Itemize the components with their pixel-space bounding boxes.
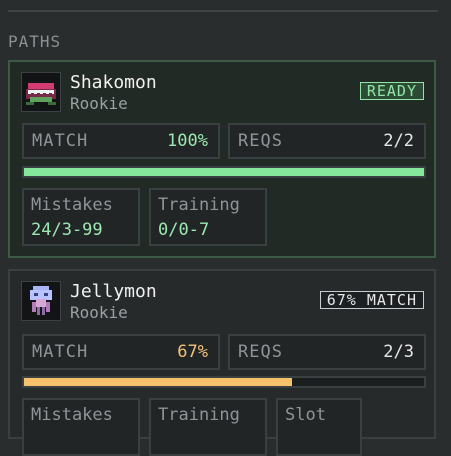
jellymon-sprite-icon (21, 281, 61, 321)
match-stat: MATCH 100% (22, 123, 220, 159)
path-level: Rookie (70, 94, 128, 113)
reqs-value: 2/3 (383, 342, 414, 362)
slot-label: Slot (285, 405, 326, 425)
status-badge: 67% MATCH (319, 291, 424, 309)
mistakes-box: Mistakes 24/3-99 (22, 188, 140, 246)
training-box: Training 0/0-7 (149, 188, 267, 246)
shakomon-sprite-icon (21, 72, 61, 112)
reqs-stat: REQS 2/2 (228, 123, 426, 159)
reqs-stat: REQS 2/3 (228, 334, 426, 370)
mistakes-value: 24/3-99 (31, 220, 103, 240)
match-value: 67% (177, 342, 208, 362)
mistakes-label: Mistakes (31, 195, 113, 215)
mistakes-label: Mistakes (31, 405, 113, 425)
training-label: Training (158, 195, 240, 215)
path-card-shakomon[interactable]: Shakomon Rookie READY MATCH 100% REQS 2/… (8, 60, 436, 258)
training-value: 0/0-7 (158, 220, 210, 240)
slot-box: Slot (276, 398, 362, 456)
match-label: MATCH (32, 342, 89, 362)
match-label: MATCH (32, 131, 89, 151)
section-title: PATHS (8, 32, 62, 51)
match-progress-bar (22, 376, 426, 388)
training-box: Training (149, 398, 267, 456)
top-divider (8, 10, 438, 12)
reqs-label: REQS (238, 131, 283, 151)
match-stat: MATCH 67% (22, 334, 220, 370)
match-progress-fill (24, 168, 424, 176)
path-card-jellymon[interactable]: Jellymon Rookie 67% MATCH MATCH 67% REQS… (8, 269, 436, 456)
path-level: Rookie (70, 303, 128, 322)
mistakes-box: Mistakes (22, 398, 140, 456)
match-value: 100% (167, 131, 208, 151)
reqs-value: 2/2 (383, 131, 414, 151)
status-badge: READY (359, 82, 424, 100)
reqs-label: REQS (238, 342, 283, 362)
path-name: Shakomon (70, 72, 157, 93)
training-label: Training (158, 405, 240, 425)
path-name: Jellymon (70, 281, 157, 302)
match-progress-bar (22, 166, 426, 178)
match-progress-fill (24, 378, 292, 386)
